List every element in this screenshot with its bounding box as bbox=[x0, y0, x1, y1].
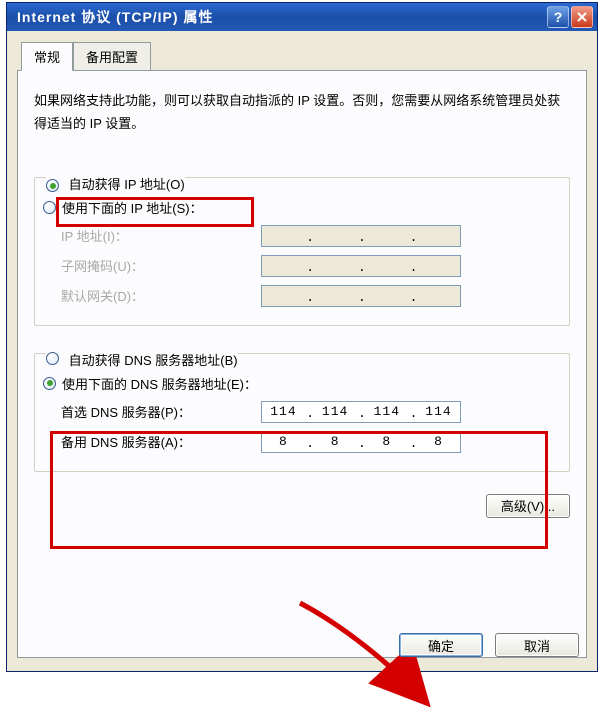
row-preferred-dns: 首选 DNS 服务器(P)： 114. 114. 114. 114 bbox=[61, 401, 561, 423]
radio-icon bbox=[46, 352, 59, 365]
dialog-buttons: 确定 取消 bbox=[399, 633, 579, 657]
radio-icon bbox=[46, 179, 59, 192]
row-ip-address: IP 地址(I)： ... bbox=[61, 225, 561, 247]
client-area: 常规 备用配置 如果网络支持此功能，则可以获取自动指派的 IP 设置。否则，您需… bbox=[7, 31, 597, 668]
label-ip-address: IP 地址(I)： bbox=[61, 226, 261, 245]
titlebar[interactable]: Internet 协议 (TCP/IP) 属性 ? bbox=[7, 3, 597, 31]
help-icon[interactable]: ? bbox=[547, 6, 569, 28]
tab-general[interactable]: 常规 bbox=[21, 42, 73, 71]
input-gateway: ... bbox=[261, 285, 461, 307]
titlebar-buttons: ? bbox=[547, 6, 593, 28]
cancel-button[interactable]: 取消 bbox=[495, 633, 579, 657]
label-gateway: 默认网关(D)： bbox=[61, 286, 261, 305]
tab-strip: 常规 备用配置 bbox=[21, 41, 587, 70]
row-subnet: 子网掩码(U)： ... bbox=[61, 255, 561, 277]
input-preferred-dns[interactable]: 114. 114. 114. 114 bbox=[261, 401, 461, 423]
annotation-highlight-dns bbox=[50, 431, 548, 549]
row-gateway: 默认网关(D)： ... bbox=[61, 285, 561, 307]
radio-icon bbox=[43, 377, 56, 390]
tab-panel-general: 如果网络支持此功能，则可以获取自动指派的 IP 设置。否则，您需要从网络系统管理… bbox=[17, 70, 587, 658]
label-preferred-dns: 首选 DNS 服务器(P)： bbox=[61, 402, 261, 421]
radio-manual-dns-label: 使用下面的 DNS 服务器地址(E)： bbox=[62, 374, 257, 393]
input-subnet: ... bbox=[261, 255, 461, 277]
radio-manual-dns[interactable]: 使用下面的 DNS 服务器地址(E)： bbox=[43, 374, 561, 393]
label-subnet: 子网掩码(U)： bbox=[61, 256, 261, 275]
annotation-highlight-ip-auto bbox=[56, 197, 254, 227]
ip-group: 自动获得 IP 地址(O) 使用下面的 IP 地址(S)： IP 地址(I)： … bbox=[34, 166, 570, 326]
input-ip-address: ... bbox=[261, 225, 461, 247]
window-title: Internet 协议 (TCP/IP) 属性 bbox=[17, 7, 547, 27]
radio-auto-ip[interactable]: 自动获得 IP 地址(O) bbox=[46, 177, 185, 192]
radio-auto-dns-label: 自动获得 DNS 服务器地址(B) bbox=[69, 353, 238, 368]
intro-text: 如果网络支持此功能，则可以获取自动指派的 IP 设置。否则，您需要从网络系统管理… bbox=[34, 89, 570, 136]
tab-alternate[interactable]: 备用配置 bbox=[73, 42, 151, 71]
radio-auto-dns[interactable]: 自动获得 DNS 服务器地址(B) bbox=[46, 353, 238, 368]
close-icon[interactable] bbox=[571, 6, 593, 28]
radio-auto-ip-label: 自动获得 IP 地址(O) bbox=[69, 177, 185, 192]
radio-icon bbox=[43, 201, 56, 214]
dialog-window: Internet 协议 (TCP/IP) 属性 ? 常规 备用配置 如果网络支持… bbox=[6, 2, 598, 672]
ok-button[interactable]: 确定 bbox=[399, 633, 483, 657]
